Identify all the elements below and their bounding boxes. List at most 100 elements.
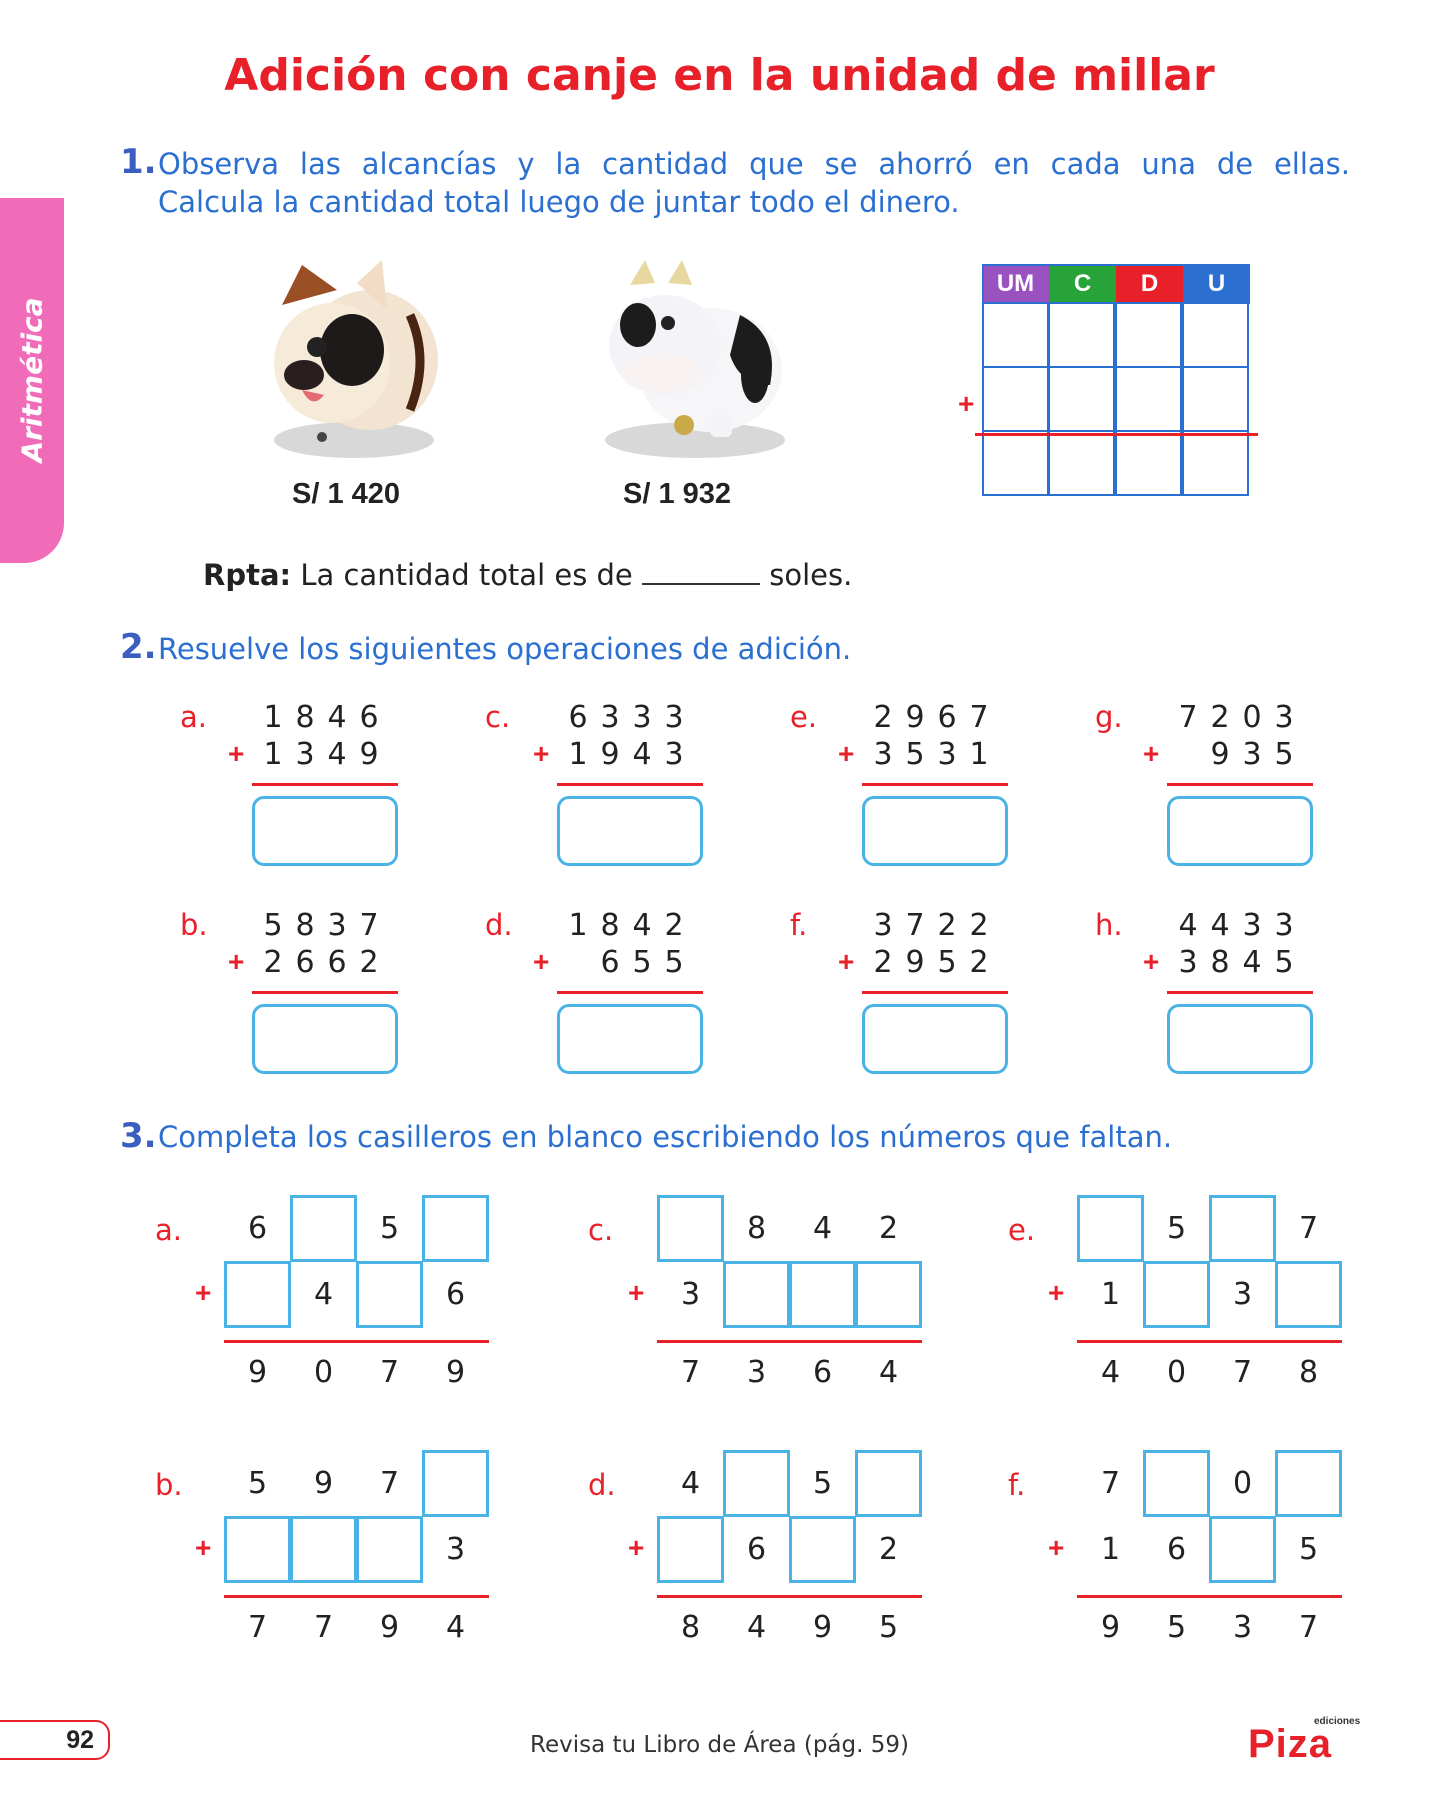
addend-digit: 2 — [359, 945, 379, 980]
answer-text-after: soles. — [769, 558, 853, 592]
missing-digit-box[interactable] — [855, 1261, 922, 1328]
addend-digit: 5 — [937, 945, 957, 980]
exercise-letter: h. — [1095, 908, 1123, 942]
known-digit: 3 — [680, 1277, 701, 1312]
missing-digit-box[interactable] — [1143, 1261, 1210, 1328]
missing-digit-box[interactable] — [1275, 1261, 1342, 1328]
missing-digit-box[interactable] — [1209, 1516, 1276, 1583]
addend-digit: 3 — [632, 700, 652, 735]
answer-box[interactable] — [1167, 796, 1313, 866]
table-cell[interactable] — [1182, 366, 1249, 432]
missing-digit-box[interactable] — [855, 1450, 922, 1517]
addend-digit: 6 — [359, 700, 379, 735]
missing-digit-box[interactable] — [1143, 1450, 1210, 1517]
result-digit: 0 — [1166, 1355, 1187, 1390]
table-sum-line — [975, 433, 1258, 436]
missing-digit-box[interactable] — [657, 1516, 724, 1583]
table-cell[interactable] — [1182, 430, 1249, 496]
known-digit: 4 — [812, 1211, 833, 1246]
plus-sign: + — [228, 946, 245, 977]
missing-digit-box[interactable] — [789, 1261, 856, 1328]
addend-digit: 3 — [873, 908, 893, 943]
result-digit: 0 — [313, 1355, 334, 1390]
missing-digit-box[interactable] — [422, 1195, 489, 1262]
footer-reference: Revisa tu Libro de Área (pág. 59) — [530, 1732, 909, 1758]
addend-digit: 9 — [905, 700, 925, 735]
table-cell[interactable] — [982, 430, 1049, 496]
missing-digit-box[interactable] — [356, 1516, 423, 1583]
missing-digit-box[interactable] — [1209, 1195, 1276, 1262]
known-digit: 7 — [1100, 1466, 1121, 1501]
result-digit: 9 — [812, 1610, 833, 1645]
sum-line — [862, 783, 1008, 786]
cow-piggy-bank-image — [605, 260, 785, 458]
known-digit: 2 — [878, 1211, 899, 1246]
result-digit: 7 — [680, 1355, 701, 1390]
result-digit: 9 — [247, 1355, 268, 1390]
addend-digit: 9 — [1210, 737, 1230, 772]
missing-digit-box[interactable] — [1077, 1195, 1144, 1262]
answer-label: Rpta: — [203, 558, 292, 592]
missing-digit-box[interactable] — [723, 1261, 790, 1328]
answer-box[interactable] — [252, 796, 398, 866]
addend-digit: 1 — [969, 737, 989, 772]
answer-box[interactable] — [862, 1004, 1008, 1074]
plus-sign: + — [533, 738, 550, 769]
answer-box[interactable] — [862, 796, 1008, 866]
missing-digit-box[interactable] — [1275, 1450, 1342, 1517]
q1-text-line1: Observa las alcancías y la cantidad que … — [158, 147, 1350, 181]
section-side-tab: Aritmética — [0, 198, 64, 563]
table-cell[interactable] — [1048, 366, 1115, 432]
sum-line — [224, 1595, 489, 1598]
exercise-letter: b. — [180, 908, 208, 942]
plus-sign: + — [533, 946, 550, 977]
q1-number: 1. — [120, 142, 157, 182]
table-cell[interactable] — [1115, 302, 1182, 368]
answer-box[interactable] — [1167, 1004, 1313, 1074]
table-cell[interactable] — [1048, 302, 1115, 368]
table-cell[interactable] — [1182, 302, 1249, 368]
answer-blank[interactable] — [642, 559, 760, 585]
exercise-letter: d. — [588, 1468, 616, 1502]
table-cell[interactable] — [1115, 366, 1182, 432]
result-digit: 6 — [812, 1355, 833, 1390]
table-cell[interactable] — [982, 302, 1049, 368]
result-digit: 8 — [1298, 1355, 1319, 1390]
q2-text: Resuelve los siguientes operaciones de a… — [158, 632, 852, 666]
addend-digit: 5 — [664, 945, 684, 980]
result-digit: 3 — [746, 1355, 767, 1390]
missing-digit-box[interactable] — [290, 1516, 357, 1583]
result-digit: 9 — [445, 1355, 466, 1390]
addend-digit: 5 — [1274, 945, 1294, 980]
known-digit: 5 — [1166, 1211, 1187, 1246]
known-digit: 6 — [746, 1532, 767, 1567]
addend-digit: 2 — [937, 908, 957, 943]
table-cell[interactable] — [982, 366, 1049, 432]
answer-box[interactable] — [252, 1004, 398, 1074]
missing-digit-box[interactable] — [789, 1516, 856, 1583]
table-cell[interactable] — [1115, 430, 1182, 496]
missing-digit-box[interactable] — [290, 1195, 357, 1262]
missing-digit-box[interactable] — [723, 1450, 790, 1517]
known-digit: 6 — [247, 1211, 268, 1246]
known-digit: 5 — [1298, 1532, 1319, 1567]
sum-line — [657, 1595, 922, 1598]
addend-digit: 7 — [969, 700, 989, 735]
addend-digit: 8 — [295, 700, 315, 735]
missing-digit-box[interactable] — [657, 1195, 724, 1262]
missing-digit-box[interactable] — [224, 1516, 291, 1583]
q3-text: Completa los casilleros en blanco escrib… — [158, 1120, 1173, 1154]
known-digit: 1 — [1100, 1277, 1121, 1312]
sum-line — [1167, 783, 1313, 786]
addend-digit: 4 — [1242, 945, 1262, 980]
sum-line — [557, 783, 703, 786]
missing-digit-box[interactable] — [422, 1450, 489, 1517]
table-cell[interactable] — [1048, 430, 1115, 496]
missing-digit-box[interactable] — [224, 1261, 291, 1328]
addend-digit: 2 — [873, 945, 893, 980]
answer-box[interactable] — [557, 1004, 703, 1074]
missing-digit-box[interactable] — [356, 1261, 423, 1328]
result-digit: 5 — [878, 1610, 899, 1645]
answer-box[interactable] — [557, 796, 703, 866]
known-digit: 7 — [379, 1466, 400, 1501]
